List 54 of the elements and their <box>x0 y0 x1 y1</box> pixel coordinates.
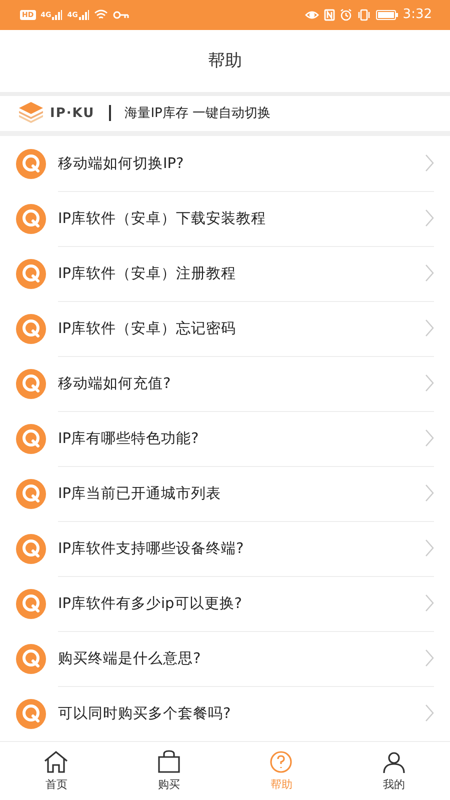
question-link[interactable]: 可以同时购买多个套餐吗? <box>58 704 425 723</box>
home-icon <box>43 750 70 774</box>
tab-bar-item[interactable]: 我的 <box>338 742 450 800</box>
eye-icon <box>304 10 319 20</box>
q-icon <box>16 698 46 729</box>
question-link[interactable]: IP库软件有多少ip可以更换? <box>58 594 425 613</box>
tab-bar-item[interactable]: 购买 <box>112 742 225 800</box>
chevron-right-icon <box>425 539 434 558</box>
q-icon <box>16 258 46 289</box>
question-link[interactable]: 移动端如何切换IP? <box>58 154 425 173</box>
tagline: 海量IP库存 一键自动切换 <box>124 105 271 122</box>
clock-time: 3:32 <box>402 7 432 22</box>
q-icon <box>16 478 46 509</box>
chevron-right-icon <box>425 704 434 722</box>
chevron-right-icon <box>425 374 434 392</box>
battery-icon <box>376 10 398 20</box>
question-link[interactable]: IP库软件（安卓）忘记密码 <box>58 318 425 338</box>
chevron-right-icon <box>425 264 434 282</box>
vibrate-icon <box>356 8 371 21</box>
bag-icon <box>156 750 182 774</box>
question-link[interactable]: IP库软件（安卓）注册教程 <box>58 264 425 283</box>
chevron-right-icon <box>425 429 434 448</box>
question-link[interactable]: 购买终端是什么意思? <box>58 648 425 668</box>
chevron-right-icon <box>425 484 434 502</box>
question-link[interactable]: IP库软件（安卓）下载安装教程 <box>58 208 425 228</box>
logo-icon <box>18 102 44 124</box>
chevron-right-icon <box>425 209 434 228</box>
q-icon <box>16 644 46 674</box>
q-icon <box>16 314 46 344</box>
question-link[interactable]: 移动端如何充值? <box>58 374 425 393</box>
question-link[interactable]: IP库有哪些特色功能? <box>58 428 425 448</box>
chevron-right-icon <box>425 594 434 612</box>
user-icon <box>380 750 407 774</box>
nfc-icon <box>324 8 335 21</box>
q-icon <box>16 368 46 399</box>
help-icon <box>268 750 294 774</box>
page-title: 帮助 <box>208 50 242 72</box>
key-icon <box>112 10 129 19</box>
q-icon <box>16 588 46 619</box>
chevron-right-icon <box>425 319 434 338</box>
tab-bar-item[interactable]: 首页 <box>0 742 112 800</box>
question-link[interactable]: IP库当前已开通城市列表 <box>58 484 425 503</box>
q-icon <box>16 424 46 454</box>
question-link[interactable]: IP库软件支持哪些设备终端? <box>58 538 425 558</box>
q-icon <box>16 148 46 179</box>
chevron-right-icon <box>425 154 434 172</box>
logo-text: IP·KU <box>50 106 95 121</box>
wifi-icon <box>94 9 108 20</box>
alarm-icon <box>340 8 352 21</box>
q-icon <box>16 534 46 564</box>
q-icon <box>16 204 46 234</box>
signal-icon <box>52 10 62 20</box>
chevron-right-icon <box>425 649 434 668</box>
signal-icon <box>78 10 89 20</box>
